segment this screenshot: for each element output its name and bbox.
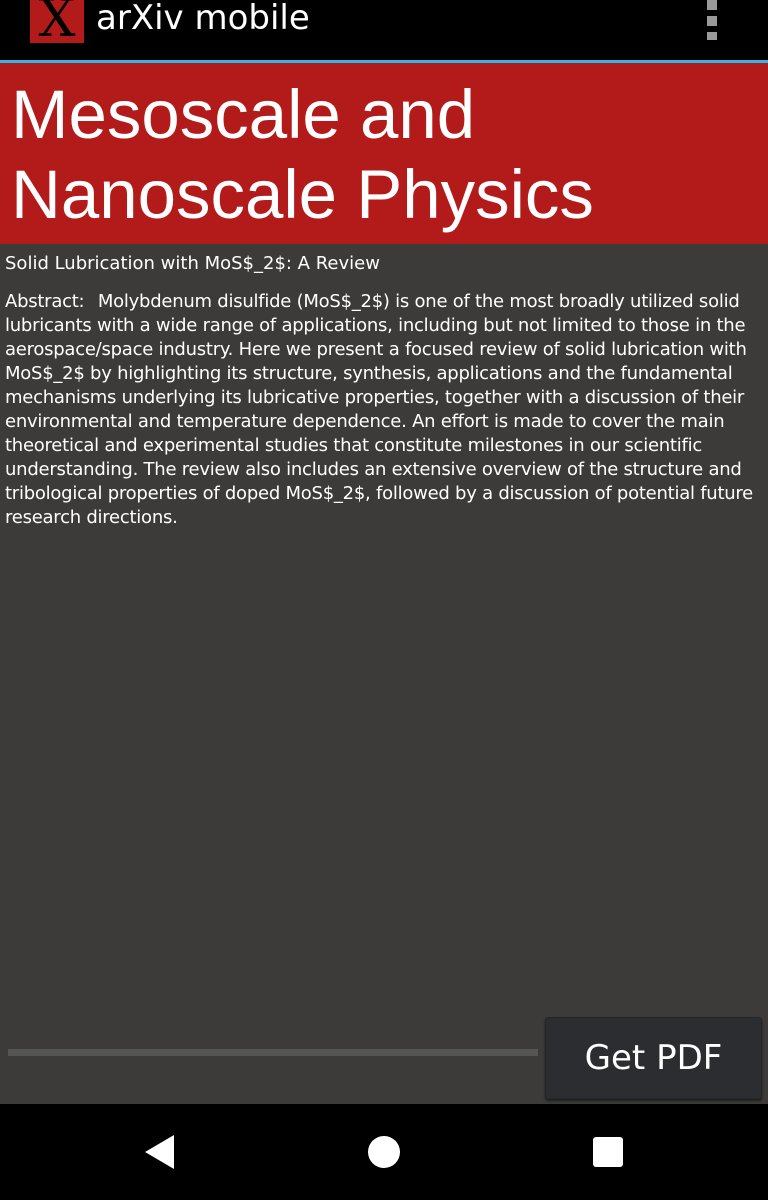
abstract-label: Abstract: bbox=[5, 291, 85, 312]
app-title: arXiv mobile bbox=[96, 0, 310, 38]
abstract: Abstract: Molybdenum disulfide (MoS$_2$)… bbox=[5, 290, 763, 530]
recents-icon[interactable] bbox=[588, 1132, 628, 1172]
paper-title: Solid Lubrication with MoS$_2$: A Review bbox=[5, 253, 380, 274]
menu-dot bbox=[707, 16, 717, 26]
back-icon[interactable] bbox=[140, 1132, 180, 1172]
get-pdf-button[interactable]: Get PDF bbox=[545, 1017, 762, 1099]
overflow-menu-icon[interactable] bbox=[704, 0, 720, 40]
action-bar: X arXiv mobile bbox=[0, 0, 768, 63]
screen: X arXiv mobile Mesoscale and Nanoscale P… bbox=[0, 0, 768, 1200]
navigation-bar bbox=[0, 1104, 768, 1200]
abstract-text: Molybdenum disulfide (MoS$_2$) is one of… bbox=[5, 291, 754, 528]
category-title: Mesoscale and Nanoscale Physics bbox=[11, 76, 594, 233]
app-logo-icon[interactable]: X bbox=[30, 0, 84, 43]
category-banner: Mesoscale and Nanoscale Physics bbox=[0, 63, 768, 244]
home-icon[interactable] bbox=[364, 1132, 404, 1172]
menu-dot bbox=[707, 0, 717, 10]
download-progress-bar bbox=[8, 1049, 538, 1056]
menu-dot bbox=[707, 32, 717, 40]
